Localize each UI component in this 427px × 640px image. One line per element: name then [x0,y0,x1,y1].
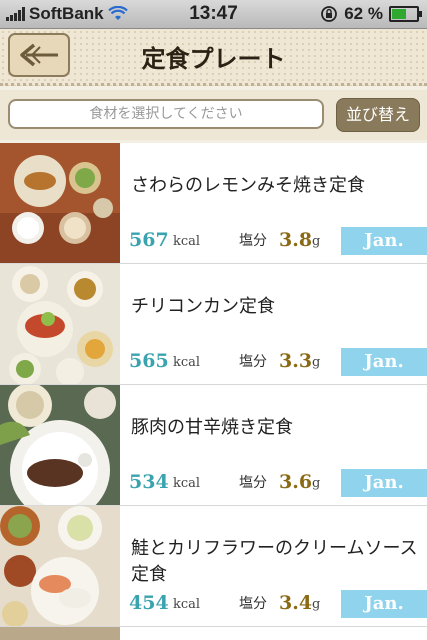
list-item[interactable]: 鮭とカリフラワーのクリームソース定食 454 kcal 塩分 3.4 g Jan… [0,506,427,627]
meal-name: 豚肉の甘辛焼き定食 [131,417,293,438]
battery-group: 62 % [320,4,422,24]
month-badge: Jan. [341,469,427,497]
filter-bar: 食材を選択してください 並び替え [0,90,427,140]
meal-photo [0,385,120,505]
list-item[interactable]: チリコンカン定食 565 kcal 塩分 3.3 g Jan. [0,264,427,385]
sort-button[interactable]: 並び替え [336,98,420,132]
month-badge: Jan. [341,348,427,376]
salt-label: 塩分 [239,354,267,370]
kcal-unit: kcal [173,476,201,491]
ingredient-select-input[interactable]: 食材を選択してください [8,99,324,129]
meal-photo [0,264,120,384]
list-item[interactable]: 豚肉の甘辛焼き定食 534 kcal 塩分 3.6 g Jan. [0,385,427,506]
battery-percent: 62 % [344,4,383,23]
salt-unit: g [312,597,321,612]
salt-label: 塩分 [239,596,267,612]
meal-name: チリコンカン定食 [131,296,275,317]
salt-value: 3.6 [279,471,313,493]
meal-list: さわらのレモンみそ焼き定食 567 kcal 塩分 3.8 g Jan. チリコ… [0,143,427,640]
kcal-value: 454 [129,592,169,614]
month-badge: Jan. [341,227,427,255]
kcal-unit: kcal [173,597,201,612]
kcal-value: 565 [129,350,169,372]
kcal-value: 534 [129,471,169,493]
meal-photo [0,506,120,626]
meal-photo [0,143,120,263]
list-item[interactable]: さわらのレモンみそ焼き定食 567 kcal 塩分 3.8 g Jan. [0,143,427,264]
battery-icon [389,6,422,22]
salt-unit: g [312,355,321,370]
meal-name: さわらのレモンみそ焼き定食 [131,175,365,196]
salt-unit: g [312,476,321,491]
salt-label: 塩分 [239,475,267,491]
salt-label: 塩分 [239,233,267,249]
kcal-unit: kcal [173,355,201,370]
month-badge: Jan. [341,590,427,618]
kcal-value: 567 [129,229,169,251]
salt-value: 3.8 [279,229,313,251]
meal-photo [0,627,120,640]
rotation-lock-icon [321,6,338,22]
salt-unit: g [312,234,321,249]
salt-value: 3.4 [279,592,313,614]
nav-header: 定食プレート [0,29,427,86]
status-bar: SoftBank 13:47 62 % [0,0,427,29]
page-title: 定食プレート [141,45,286,73]
kcal-unit: kcal [173,234,201,249]
salt-value: 3.3 [279,350,313,372]
meal-name: 鮭とカリフラワーのクリームソース定食 [131,538,418,585]
list-item-partial[interactable] [0,627,427,640]
